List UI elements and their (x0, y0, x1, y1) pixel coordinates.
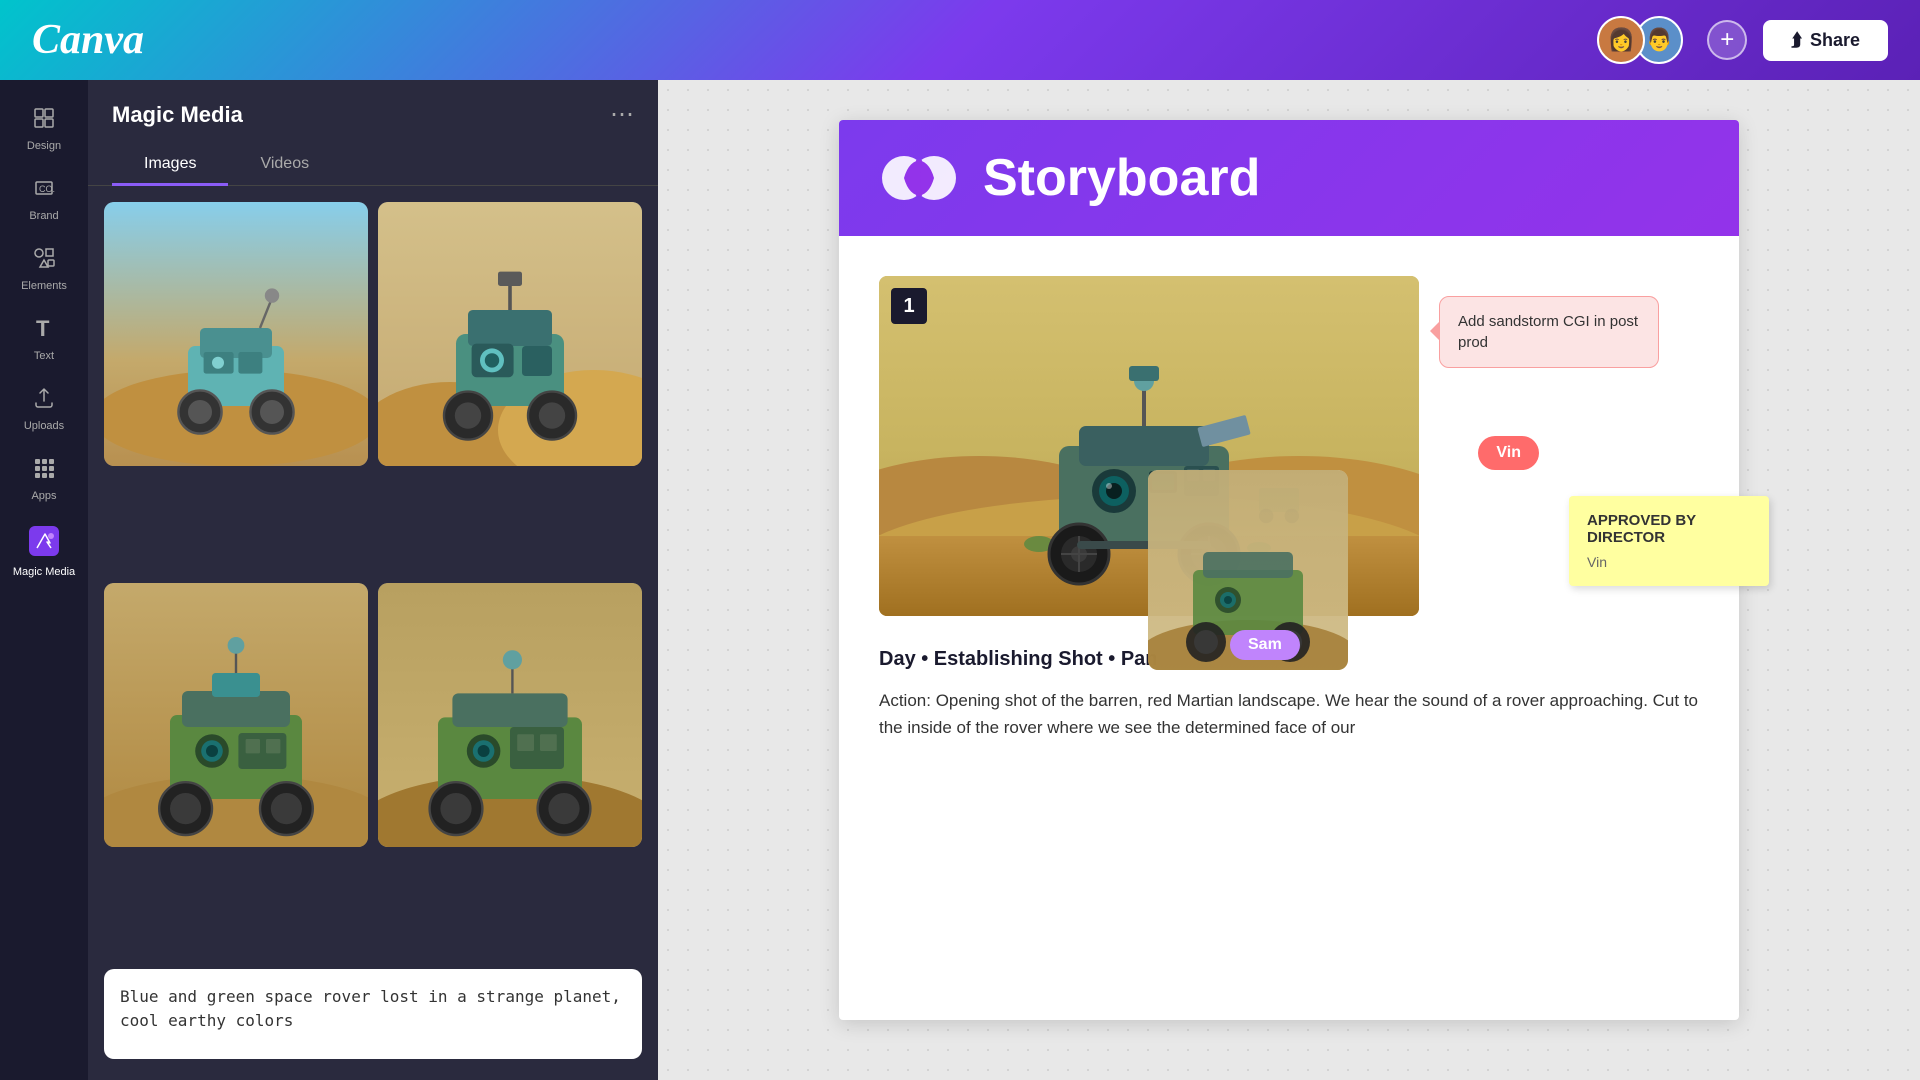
svg-text:T: T (36, 316, 50, 340)
vin-badge: Vin (1478, 436, 1539, 470)
uploads-icon (32, 386, 56, 416)
scene-number: 1 (891, 288, 927, 324)
main-layout: Design CO. Brand Elements (0, 80, 1920, 1080)
sam-cursor-label: Sam (1230, 630, 1300, 660)
storyboard-header: Storyboard (839, 120, 1739, 236)
design-icon (32, 106, 56, 136)
image-thumb-4[interactable] (378, 583, 642, 847)
sidebar-item-apps[interactable]: Apps (4, 446, 84, 512)
storyboard-container[interactable]: Storyboard 1 (658, 80, 1920, 1080)
brand-icon: CO. (32, 176, 56, 206)
storyboard-body: 1 (839, 236, 1739, 781)
elements-icon (32, 246, 56, 276)
panel-header: Magic Media ⋯ (88, 80, 658, 145)
tab-images[interactable]: Images (112, 145, 228, 186)
approved-signature: Vin (1587, 554, 1751, 570)
sidebar-label-text: Text (34, 350, 54, 362)
canvas-area[interactable]: Sam Storyboard (658, 80, 1920, 1080)
annotation-text: Add sandstorm CGI in post prod (1458, 313, 1638, 351)
approved-title: APPROVED BY DIRECTOR (1587, 512, 1751, 546)
sidebar-item-uploads[interactable]: Uploads (4, 376, 84, 442)
tab-videos[interactable]: Videos (228, 145, 341, 186)
header: Canva 👩 👨 + ⮭ Share (0, 0, 1920, 80)
sidebar-label-brand: Brand (29, 210, 58, 222)
image-thumb-3[interactable] (104, 583, 368, 847)
prompt-input[interactable]: Blue and green space rover lost in a str… (104, 969, 642, 1059)
storyboard-logo (879, 148, 959, 208)
icon-sidebar: Design CO. Brand Elements (0, 80, 88, 1080)
sidebar-item-magic-media[interactable]: Magic Media (4, 516, 84, 588)
canva-logo: Canva (32, 16, 144, 64)
panel-more-button[interactable]: ⋯ (610, 100, 634, 129)
scene-action-text: Action: Opening shot of the barren, red … (879, 687, 1699, 741)
share-button[interactable]: ⮭ Share (1763, 20, 1888, 61)
images-grid (88, 202, 658, 953)
approved-note: APPROVED BY DIRECTOR Vin (1569, 496, 1769, 586)
sidebar-item-design[interactable]: Design (4, 96, 84, 162)
tab-bar: Images Videos (88, 145, 658, 186)
sidebar-label-apps: Apps (31, 490, 56, 502)
sidebar-label-elements: Elements (21, 280, 67, 292)
sidebar-item-elements[interactable]: Elements (4, 236, 84, 302)
sidebar-label-uploads: Uploads (24, 420, 64, 432)
sidebar-item-text[interactable]: T Text (4, 306, 84, 372)
storyboard-document: Storyboard 1 (839, 120, 1739, 1020)
scene-1: 1 (879, 276, 1699, 616)
text-icon: T (32, 316, 56, 346)
sidebar-item-brand[interactable]: CO. Brand (4, 166, 84, 232)
add-collaborator-button[interactable]: + (1707, 20, 1747, 60)
avatars: 👩 👨 (1597, 16, 1683, 64)
image-thumb-1[interactable] (104, 202, 368, 466)
image-thumb-2[interactable] (378, 202, 642, 466)
annotation-bubble: Add sandstorm CGI in post prod (1439, 296, 1659, 368)
panel-title: Magic Media (112, 102, 243, 128)
avatar-1: 👩 (1597, 16, 1645, 64)
apps-icon (32, 456, 56, 486)
svg-text:CO.: CO. (39, 184, 55, 194)
header-right: 👩 👨 + ⮭ Share (1597, 16, 1888, 64)
prompt-area: Blue and green space rover lost in a str… (88, 953, 658, 1080)
scene-image (879, 276, 1419, 616)
sidebar-label-magic-media: Magic Media (13, 566, 75, 578)
magic-media-icon (29, 526, 59, 562)
magic-media-panel: Magic Media ⋯ Images Videos (88, 80, 658, 1080)
share-icon: ⮭ (1791, 30, 1802, 51)
sidebar-label-design: Design (27, 140, 61, 152)
storyboard-title: Storyboard (983, 148, 1260, 208)
scene-image-wrap: 1 (879, 276, 1419, 616)
